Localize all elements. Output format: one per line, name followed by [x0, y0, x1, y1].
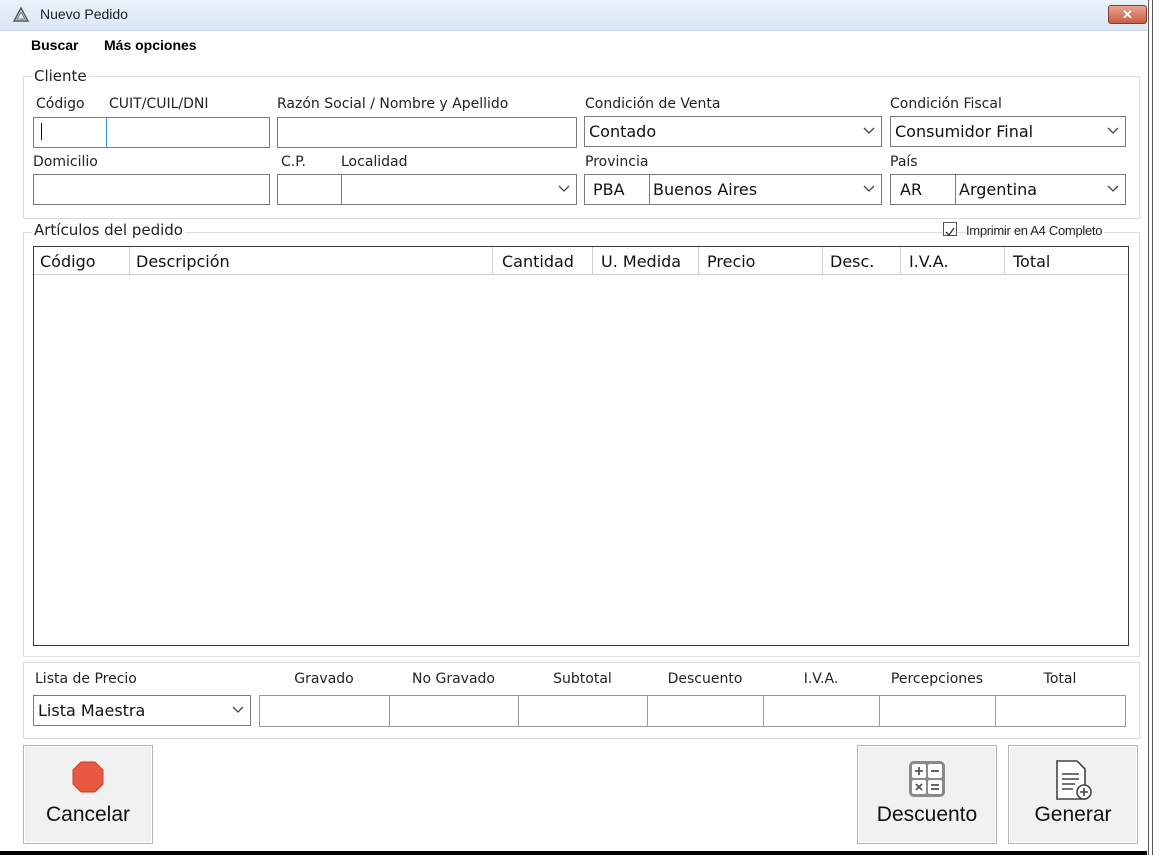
- cp-field[interactable]: [277, 174, 342, 205]
- app-logo-icon: [12, 6, 30, 22]
- col-cantidad[interactable]: Cantidad: [492, 247, 592, 274]
- descuento-label: Descuento: [667, 671, 743, 687]
- title-bar: Nuevo Pedido ✕: [0, 0, 1147, 31]
- gravado-label: Gravado: [294, 671, 354, 687]
- condicion-fiscal-label: Condición Fiscal: [890, 96, 1002, 112]
- window: Nuevo Pedido ✕ Buscar Más opciones Clien…: [0, 0, 1148, 851]
- domicilio-field[interactable]: [33, 174, 270, 205]
- grid-header: Código Descripción Cantidad U. Medida Pr…: [34, 247, 1128, 275]
- provincia-value: Buenos Aires: [653, 180, 758, 199]
- close-button[interactable]: ✕: [1108, 5, 1147, 24]
- condicion-fiscal-select[interactable]: Consumidor Final: [890, 116, 1126, 147]
- total-label: Total: [1043, 671, 1077, 687]
- iva-total-label: I.V.A.: [803, 671, 839, 687]
- condicion-venta-value: Contado: [589, 122, 657, 141]
- generar-label: Generar: [1034, 803, 1112, 826]
- text-caret: [41, 123, 42, 140]
- chevron-down-icon: [1107, 127, 1119, 134]
- lista-precio-label: Lista de Precio: [35, 671, 137, 687]
- window-title: Nuevo Pedido: [40, 6, 128, 22]
- chevron-down-icon: [863, 127, 875, 134]
- localidad-select[interactable]: [341, 174, 577, 205]
- descuento-label: Descuento: [876, 803, 978, 826]
- gravado-value: [259, 695, 389, 727]
- menu-buscar[interactable]: Buscar: [31, 37, 78, 53]
- subtotal-value: [518, 695, 647, 727]
- print-a4-checkbox[interactable]: [943, 222, 957, 237]
- menu-mas-opciones[interactable]: Más opciones: [104, 37, 197, 53]
- codigo-label: Código: [36, 96, 85, 112]
- localidad-label: Localidad: [341, 154, 408, 170]
- stop-octagon-icon: [72, 761, 104, 793]
- cuit-field[interactable]: [106, 117, 270, 148]
- background-window-edge: [1147, 0, 1159, 855]
- provincia-select[interactable]: PBA Buenos Aires: [584, 174, 882, 205]
- cancelar-button[interactable]: Cancelar: [23, 745, 153, 844]
- pais-code: AR: [900, 180, 923, 199]
- col-precio[interactable]: Precio: [698, 247, 822, 274]
- percepciones-label: Percepciones: [890, 671, 984, 687]
- descuento-value: [647, 695, 763, 727]
- subtotal-label: Subtotal: [553, 671, 612, 687]
- new-document-icon: [1056, 760, 1092, 800]
- no-gravado-value: [389, 695, 518, 727]
- calculator-icon: [909, 761, 945, 797]
- print-a4-label[interactable]: Imprimir en A4 Completo: [966, 223, 1105, 238]
- descuento-button[interactable]: Descuento: [857, 745, 997, 844]
- col-total[interactable]: Total: [1004, 247, 1128, 274]
- pais-value: Argentina: [959, 180, 1038, 199]
- cancelar-label: Cancelar: [45, 803, 131, 826]
- razon-social-field[interactable]: [277, 117, 577, 148]
- codigo-field[interactable]: [33, 117, 107, 148]
- percepciones-value: [879, 695, 995, 727]
- provincia-label: Provincia: [585, 154, 649, 170]
- lista-precio-select[interactable]: Lista Maestra: [33, 695, 251, 726]
- chevron-down-icon: [558, 185, 570, 192]
- pais-label: País: [890, 154, 918, 170]
- lista-precio-value: Lista Maestra: [38, 701, 146, 720]
- iva-total-value: [763, 695, 879, 727]
- domicilio-label: Domicilio: [33, 154, 98, 170]
- generar-button[interactable]: Generar: [1008, 745, 1138, 844]
- col-descripcion[interactable]: Descripción: [129, 247, 492, 274]
- col-iva[interactable]: I.V.A.: [900, 247, 1004, 274]
- chevron-down-icon: [1107, 185, 1119, 192]
- cuit-label: CUIT/CUIL/DNI: [109, 96, 209, 112]
- col-codigo[interactable]: Código: [34, 247, 129, 274]
- articulos-legend: Artículos del pedido: [32, 221, 185, 239]
- total-value: [995, 695, 1126, 727]
- razon-social-label: Razón Social / Nombre y Apellido: [277, 96, 509, 112]
- articulos-grid[interactable]: Código Descripción Cantidad U. Medida Pr…: [33, 246, 1129, 646]
- check-icon: [945, 227, 955, 237]
- chevron-down-icon: [232, 706, 244, 713]
- condicion-fiscal-value: Consumidor Final: [895, 122, 1034, 141]
- condicion-venta-label: Condición de Venta: [585, 96, 721, 112]
- condicion-venta-select[interactable]: Contado: [584, 116, 882, 147]
- provincia-code: PBA: [593, 180, 625, 199]
- col-u-medida[interactable]: U. Medida: [592, 247, 698, 274]
- cp-label: C.P.: [281, 154, 306, 170]
- no-gravado-label: No Gravado: [412, 671, 495, 687]
- chevron-down-icon: [863, 185, 875, 192]
- pais-select[interactable]: AR Argentina: [890, 174, 1126, 205]
- col-desc[interactable]: Desc.: [822, 247, 900, 274]
- cliente-legend: Cliente: [32, 67, 89, 85]
